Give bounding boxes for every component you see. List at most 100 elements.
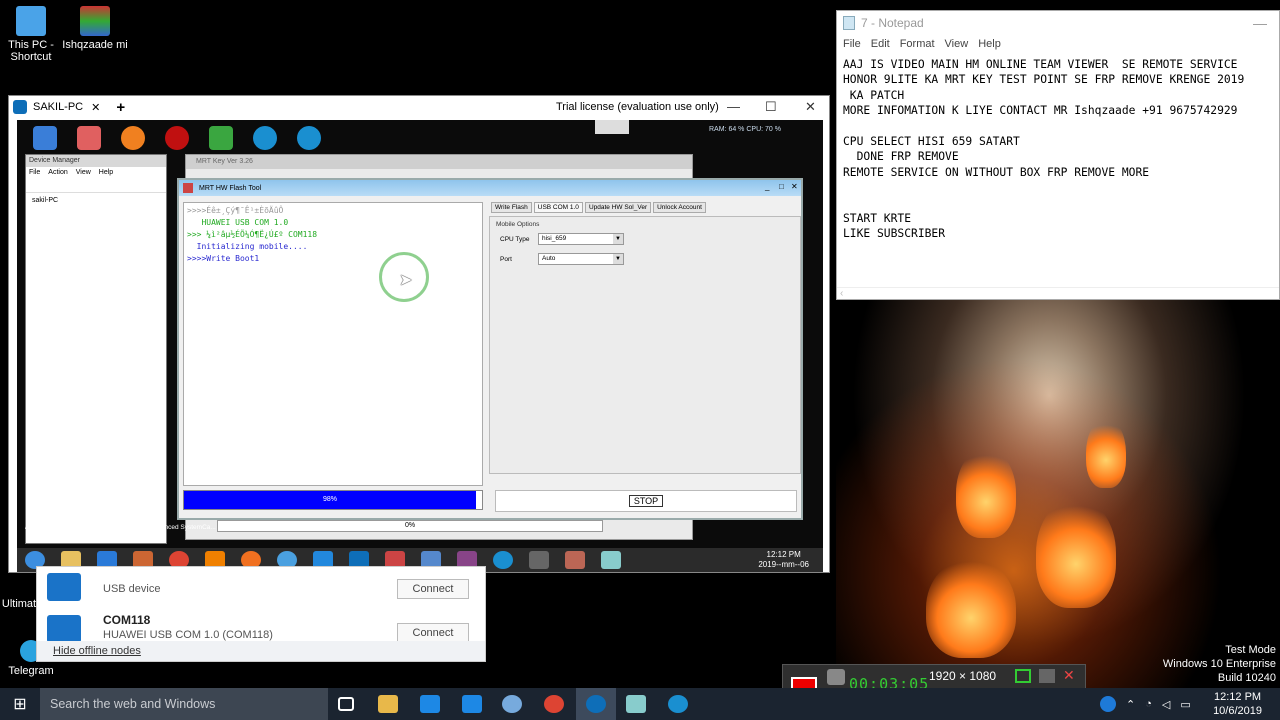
volume-icon[interactable]: ◁ (1162, 698, 1170, 711)
device-tree-root[interactable]: sakil-PC (26, 193, 166, 208)
stop-label: STOP (628, 495, 664, 507)
list-item[interactable]: USB device Connect (47, 571, 477, 609)
device-manager-window[interactable]: Device Manager File Action View Help sak… (25, 154, 167, 544)
minimize-button[interactable]: — (1253, 15, 1267, 31)
remote-screen[interactable]: RAM: 64 % CPU: 70 % Device Manager File … (17, 120, 823, 572)
port-select[interactable]: Auto ▼ (538, 253, 624, 265)
tab-unlock-account[interactable]: Unlock Account (653, 202, 706, 213)
recording-resolution: 1920 × 1080 (929, 669, 997, 683)
advanced-systemcare-icon[interactable]: Advanced SystemCa... (150, 524, 216, 531)
computer-icon (16, 6, 46, 36)
close-button[interactable]: ✕ (791, 182, 798, 191)
task-view-icon[interactable] (338, 697, 354, 711)
horizontal-scrollbar[interactable]: ‹ (837, 287, 1279, 299)
new-tab-button[interactable]: + (116, 99, 125, 116)
firefox-icon[interactable] (121, 126, 145, 150)
snowflake-icon[interactable] (668, 695, 688, 713)
serial-port-icon (47, 615, 81, 643)
options-group-label: Mobile Options (496, 221, 540, 228)
stop-button[interactable]: STOP (495, 490, 797, 512)
snowflake-taskbar-icon[interactable] (493, 551, 513, 569)
tab-sakil-pc[interactable]: SAKIL-PC ✕ (33, 101, 100, 114)
teamviewer-taskbar-button[interactable] (576, 688, 616, 720)
close-tab-icon[interactable]: ✕ (91, 101, 100, 114)
remote-tools-icon[interactable] (253, 126, 277, 150)
menu-help[interactable]: Help (978, 38, 1001, 50)
remote-android-icon[interactable] (209, 126, 233, 150)
remote-toolbar-handle[interactable] (595, 120, 629, 134)
chrome-icon[interactable] (544, 695, 564, 713)
tools-taskbar-icon[interactable] (565, 551, 585, 569)
partner-list-panel: USB device Connect COM118 HUAWEI USB COM… (36, 566, 486, 662)
minimize-button[interactable]: _ (765, 182, 769, 191)
secondary-progress-bar: 0% (217, 520, 603, 532)
desktop-icon-this-pc[interactable]: This PC - Shortcut (0, 6, 66, 63)
chevron-up-icon[interactable]: ⌃ (1126, 698, 1135, 711)
progress-fill: 98% (184, 491, 477, 509)
close-button[interactable]: ✕ (805, 99, 816, 115)
notepad-taskbar-icon[interactable] (601, 551, 621, 569)
notepad-titlebar[interactable]: 7 - Notepad — (837, 11, 1279, 35)
port-value: Auto (542, 255, 556, 262)
remote-tool-icon[interactable] (165, 126, 189, 150)
maximize-button[interactable]: □ (779, 182, 784, 191)
keyboard-icon[interactable]: ▭ (1180, 698, 1190, 711)
menu-format[interactable]: Format (900, 38, 935, 50)
log-line: HUAWEI USB COM 1.0 (187, 218, 289, 227)
network-icon[interactable]: ◔ (1145, 698, 1152, 710)
notepad-icon[interactable] (626, 695, 646, 713)
flash-tool-titlebar[interactable]: MRT HW Flash Tool _ □ ✕ (179, 180, 801, 196)
tab-write-flash[interactable]: Write Flash (491, 202, 532, 213)
device-manager-toolbar[interactable] (26, 179, 166, 193)
hide-offline-link[interactable]: Hide offline nodes (37, 641, 485, 661)
app-icon[interactable] (502, 695, 522, 713)
teamviewer-window[interactable]: SAKIL-PC ✕ + Trial license (evaluation u… (8, 95, 830, 573)
close-recorder-icon[interactable]: ✕ (1063, 667, 1075, 684)
asus-flash-tool-icon[interactable]: ASUS Flash Tool (25, 524, 74, 531)
connect-button[interactable]: Connect (397, 579, 469, 599)
ghost-rider-wallpaper (836, 298, 1280, 688)
desktop-icon-ishqzaade[interactable]: Ishqzaade mi (60, 6, 130, 51)
maximize-button[interactable]: ☐ (765, 99, 777, 115)
camera-icon[interactable] (827, 669, 845, 685)
dm-menu-file[interactable]: File (29, 167, 40, 179)
region-icon[interactable] (1015, 669, 1031, 683)
search-box[interactable]: Search the web and Windows (40, 688, 328, 720)
teamviewer-titlebar[interactable]: SAKIL-PC ✕ + Trial license (evaluation u… (9, 96, 829, 118)
store-icon[interactable] (462, 695, 482, 713)
chevron-down-icon: ▼ (613, 254, 623, 264)
watermark-line: Test Mode (1225, 644, 1276, 656)
dm-menu-view[interactable]: View (76, 167, 91, 179)
log-line: >>> ¼ì²âµ½ÉÕ¼Ó¶Ë¿Ú£º COM118 (187, 230, 318, 239)
minimize-recorder-icon[interactable] (1039, 669, 1055, 683)
remote-app-icon[interactable] (77, 126, 101, 150)
file-explorer-icon[interactable] (378, 695, 398, 713)
log-line: >>>>Éê±¸Çý¶¯Ê¹±ÈõÄûÔ (187, 206, 284, 215)
menu-file[interactable]: File (843, 38, 861, 50)
notepad-menubar: File Edit Format View Help (837, 35, 1279, 53)
cpu-type-select[interactable]: hisi_659 ▼ (538, 233, 624, 245)
taskbar-clock[interactable]: 12:12 PM 10/6/2019 (1213, 690, 1262, 718)
help-icon[interactable] (1100, 696, 1116, 712)
notepad-window[interactable]: 7 - Notepad — File Edit Format View Help… (836, 10, 1280, 300)
tab-update-hw[interactable]: Update HW Sol_Ver (584, 202, 652, 213)
dm-menu-action[interactable]: Action (48, 167, 67, 179)
menu-edit[interactable]: Edit (871, 38, 890, 50)
start-button[interactable]: ⊞ (0, 688, 40, 720)
menu-view[interactable]: View (945, 38, 969, 50)
minimize-button[interactable]: — (727, 99, 740, 114)
edge-icon[interactable] (420, 695, 440, 713)
remote-computer-icon[interactable] (33, 126, 57, 150)
vlc-icon[interactable]: VLC media player (86, 524, 138, 531)
clock-date: 10/6/2019 (1213, 705, 1262, 717)
flash-tool-window[interactable]: MRT HW Flash Tool _ □ ✕ >>>>Éê±¸Çý¶¯Ê¹±È… (177, 178, 803, 520)
device-desc: USB device (103, 583, 161, 595)
remote-snowflake-icon[interactable] (297, 126, 321, 150)
dm-menu-help[interactable]: Help (99, 167, 113, 179)
port-label: Port (500, 255, 512, 263)
notepad-text-area[interactable]: AAJ IS VIDEO MAIN HM ONLINE TEAM VIEWER … (837, 53, 1279, 246)
tab-usb-com[interactable]: USB COM 1.0 (533, 202, 583, 213)
log-line: Initializing mobile.... (187, 242, 308, 251)
connect-button[interactable]: Connect (397, 623, 469, 643)
camera-taskbar-icon[interactable] (529, 551, 549, 569)
